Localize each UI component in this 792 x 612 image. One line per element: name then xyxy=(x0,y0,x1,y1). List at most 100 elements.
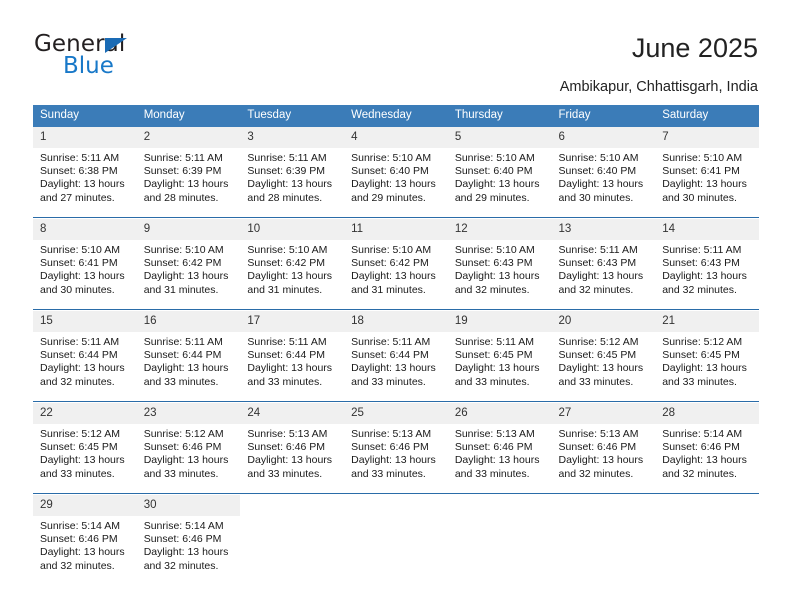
sunset-text: Sunset: 6:46 PM xyxy=(40,533,118,546)
page-header: General Blue June 2025 Ambikapur, Chhatt… xyxy=(0,0,792,98)
sunset-text: Sunset: 6:46 PM xyxy=(143,441,222,454)
daylight-text: Daylight: 13 hours and 32 minutes. xyxy=(454,270,540,296)
daylight-text: Daylight: 13 hours and 33 minutes. xyxy=(351,454,436,480)
calendar-day-cell[interactable]: 18 Sunrise: 5:11 AM Sunset: 6:44 PM Dayligh… xyxy=(344,311,448,402)
day-sun-info: Sunrise: 5:10 AM Sunset: 6:41 PM Daylight:… xyxy=(33,240,137,297)
calendar-day-cell[interactable]: 17 Sunrise: 5:11 AM Sunset: 6:44 PM Dayligh… xyxy=(240,311,345,402)
sunset-text: Sunset: 6:40 PM xyxy=(558,165,637,178)
calendar-day-cell[interactable]: 6 Sunrise: 5:10 AM Sunset: 6:40 PM Daylight… xyxy=(551,127,656,218)
daylight-text: Daylight: 13 hours and 30 minutes. xyxy=(662,178,747,204)
calendar-day-cell[interactable]: 14 Sunrise: 5:11 AM Sunset: 6:43 PM Dayligh… xyxy=(655,219,759,310)
calendar-day-cell[interactable]: 19 Sunrise: 5:11 AM Sunset: 6:45 PM Dayligh… xyxy=(447,311,552,402)
day-number xyxy=(240,495,345,516)
calendar-day-cell[interactable]: 22 Sunrise: 5:12 AM Sunset: 6:45 PM Dayligh… xyxy=(33,403,137,494)
day-number: 30 xyxy=(136,495,241,516)
calendar-day-cell[interactable]: 8 Sunrise: 5:10 AM Sunset: 6:41 PM Daylight… xyxy=(33,219,137,310)
day-sun-info: Sunrise: 5:12 AM Sunset: 6:45 PM Daylight:… xyxy=(33,424,137,481)
daylight-text: Daylight: 13 hours and 33 minutes. xyxy=(247,362,333,388)
calendar-day-cell[interactable]: 12 Sunrise: 5:10 AM Sunset: 6:43 PM Dayligh… xyxy=(447,219,552,310)
day-number: 11 xyxy=(344,219,448,240)
day-sun-info: Sunrise: 5:10 AM Sunset: 6:42 PM Daylight:… xyxy=(344,240,448,297)
sunset-text: Sunset: 6:42 PM xyxy=(247,257,326,270)
calendar-day-cell-empty xyxy=(655,495,759,585)
sunrise-text: Sunrise: 5:12 AM xyxy=(40,428,120,440)
sunset-text: Sunset: 6:38 PM xyxy=(40,165,118,178)
calendar-day-cell[interactable]: 27 Sunrise: 5:13 AM Sunset: 6:46 PM Dayligh… xyxy=(551,403,656,494)
weekday-header-tuesday: Tuesday xyxy=(240,105,345,127)
sunrise-text: Sunrise: 5:10 AM xyxy=(558,152,639,164)
calendar-day-cell[interactable]: 23 Sunrise: 5:12 AM Sunset: 6:46 PM Dayligh… xyxy=(136,403,241,494)
calendar-day-cell[interactable]: 4 Sunrise: 5:10 AM Sunset: 6:40 PM Daylight… xyxy=(344,127,448,218)
sunrise-text: Sunrise: 5:11 AM xyxy=(143,152,223,164)
calendar-day-cell[interactable]: 7 Sunrise: 5:10 AM Sunset: 6:41 PM Daylight… xyxy=(655,127,759,218)
day-number: 22 xyxy=(33,403,137,424)
daylight-text: Daylight: 13 hours and 33 minutes. xyxy=(247,454,333,480)
day-sun-info: Sunrise: 5:11 AM Sunset: 6:44 PM Daylight:… xyxy=(344,332,448,389)
page-title: June 2025 xyxy=(631,33,758,63)
daylight-text: Daylight: 13 hours and 32 minutes. xyxy=(40,546,125,572)
general-blue-logo[interactable]: General Blue xyxy=(34,31,234,87)
day-sun-info: Sunrise: 5:11 AM Sunset: 6:44 PM Daylight:… xyxy=(33,332,137,389)
calendar-header-row: Sunday Monday Tuesday Wednesday Thursday… xyxy=(33,105,759,127)
calendar-day-cell[interactable]: 16 Sunrise: 5:11 AM Sunset: 6:44 PM Dayligh… xyxy=(136,311,241,402)
sunset-text: Sunset: 6:43 PM xyxy=(558,257,637,270)
calendar-day-cell-empty xyxy=(344,495,448,585)
calendar-day-cell[interactable]: 15 Sunrise: 5:11 AM Sunset: 6:44 PM Dayligh… xyxy=(33,311,137,402)
day-sun-info: Sunrise: 5:11 AM Sunset: 6:43 PM Daylight:… xyxy=(552,240,656,297)
day-sun-info: Sunrise: 5:10 AM Sunset: 6:40 PM Daylight:… xyxy=(552,148,656,205)
day-number: 24 xyxy=(240,403,345,424)
day-number xyxy=(344,495,448,516)
calendar-day-cell[interactable]: 20 Sunrise: 5:12 AM Sunset: 6:45 PM Dayligh… xyxy=(551,311,656,402)
calendar-day-cell[interactable]: 29 Sunrise: 5:14 AM Sunset: 6:46 PM Dayligh… xyxy=(33,495,137,585)
day-number: 2 xyxy=(136,127,241,148)
day-sun-info: Sunrise: 5:14 AM Sunset: 6:46 PM Daylight:… xyxy=(33,516,137,573)
daylight-text: Daylight: 13 hours and 33 minutes. xyxy=(143,362,229,388)
calendar-day-cell[interactable]: 28 Sunrise: 5:14 AM Sunset: 6:46 PM Dayligh… xyxy=(655,403,759,494)
day-sun-info: Sunrise: 5:10 AM Sunset: 6:42 PM Daylight:… xyxy=(240,240,344,297)
day-sun-info: Sunrise: 5:14 AM Sunset: 6:46 PM Daylight:… xyxy=(137,516,241,573)
sunrise-text: Sunrise: 5:14 AM xyxy=(143,520,224,532)
day-number: 7 xyxy=(655,127,759,148)
sunset-text: Sunset: 6:46 PM xyxy=(351,441,429,454)
day-sun-info: Sunrise: 5:13 AM Sunset: 6:46 PM Daylight:… xyxy=(448,424,552,481)
calendar-day-cell[interactable]: 24 Sunrise: 5:13 AM Sunset: 6:46 PM Dayligh… xyxy=(240,403,345,494)
calendar-day-cell[interactable]: 9 Sunrise: 5:10 AM Sunset: 6:42 PM Daylight… xyxy=(136,219,241,310)
calendar-day-cell-empty xyxy=(240,495,345,585)
daylight-text: Daylight: 13 hours and 32 minutes. xyxy=(40,362,125,388)
day-sun-info: Sunrise: 5:11 AM Sunset: 6:43 PM Daylight:… xyxy=(655,240,759,297)
calendar-day-cell[interactable]: 5 Sunrise: 5:10 AM Sunset: 6:40 PM Daylight… xyxy=(447,127,552,218)
calendar-day-cell[interactable]: 3 Sunrise: 5:11 AM Sunset: 6:39 PM Daylight… xyxy=(240,127,345,218)
calendar-day-cell[interactable]: 1 Sunrise: 5:11 AM Sunset: 6:38 PM Daylight… xyxy=(33,127,137,218)
day-number: 4 xyxy=(344,127,448,148)
calendar-day-cell[interactable]: 26 Sunrise: 5:13 AM Sunset: 6:46 PM Dayligh… xyxy=(447,403,552,494)
calendar-week-row: 15 Sunrise: 5:11 AM Sunset: 6:44 PM Dayligh… xyxy=(33,311,759,402)
sunset-text: Sunset: 6:45 PM xyxy=(662,349,740,362)
day-number: 15 xyxy=(33,311,137,332)
day-sun-info: Sunrise: 5:10 AM Sunset: 6:40 PM Daylight:… xyxy=(448,148,552,205)
sunrise-text: Sunrise: 5:11 AM xyxy=(454,336,534,348)
daylight-text: Daylight: 13 hours and 31 minutes. xyxy=(143,270,229,296)
calendar-day-cell[interactable]: 21 Sunrise: 5:12 AM Sunset: 6:45 PM Dayligh… xyxy=(655,311,759,402)
calendar-day-cell[interactable]: 13 Sunrise: 5:11 AM Sunset: 6:43 PM Dayligh… xyxy=(551,219,656,310)
daylight-text: Daylight: 13 hours and 32 minutes. xyxy=(662,270,747,296)
sunrise-text: Sunrise: 5:11 AM xyxy=(558,244,638,256)
calendar-day-cell[interactable]: 30 Sunrise: 5:14 AM Sunset: 6:46 PM Dayligh… xyxy=(136,495,241,585)
day-sun-info: Sunrise: 5:11 AM Sunset: 6:44 PM Daylight:… xyxy=(137,332,241,389)
calendar-day-cell[interactable]: 25 Sunrise: 5:13 AM Sunset: 6:46 PM Dayligh… xyxy=(344,403,448,494)
weekday-header-sunday: Sunday xyxy=(33,105,137,127)
calendar-day-cell[interactable]: 11 Sunrise: 5:10 AM Sunset: 6:42 PM Dayligh… xyxy=(344,219,448,310)
day-sun-info: Sunrise: 5:10 AM Sunset: 6:40 PM Daylight:… xyxy=(344,148,448,205)
daylight-text: Daylight: 13 hours and 33 minutes. xyxy=(40,454,125,480)
day-sun-info: Sunrise: 5:13 AM Sunset: 6:46 PM Daylight:… xyxy=(552,424,656,481)
calendar-day-cell[interactable]: 10 Sunrise: 5:10 AM Sunset: 6:42 PM Dayligh… xyxy=(240,219,345,310)
day-number: 17 xyxy=(240,311,345,332)
calendar-day-cell[interactable]: 2 Sunrise: 5:11 AM Sunset: 6:39 PM Daylight… xyxy=(136,127,241,218)
sunset-text: Sunset: 6:44 PM xyxy=(351,349,429,362)
daylight-text: Daylight: 13 hours and 31 minutes. xyxy=(247,270,333,296)
calendar-day-cell-empty xyxy=(447,495,552,585)
day-number: 10 xyxy=(240,219,345,240)
day-sun-info: Sunrise: 5:10 AM Sunset: 6:43 PM Daylight:… xyxy=(448,240,552,297)
sunrise-text: Sunrise: 5:10 AM xyxy=(454,152,535,164)
daylight-text: Daylight: 13 hours and 33 minutes. xyxy=(662,362,747,388)
calendar-week-row: 29 Sunrise: 5:14 AM Sunset: 6:46 PM Dayligh… xyxy=(33,495,759,585)
